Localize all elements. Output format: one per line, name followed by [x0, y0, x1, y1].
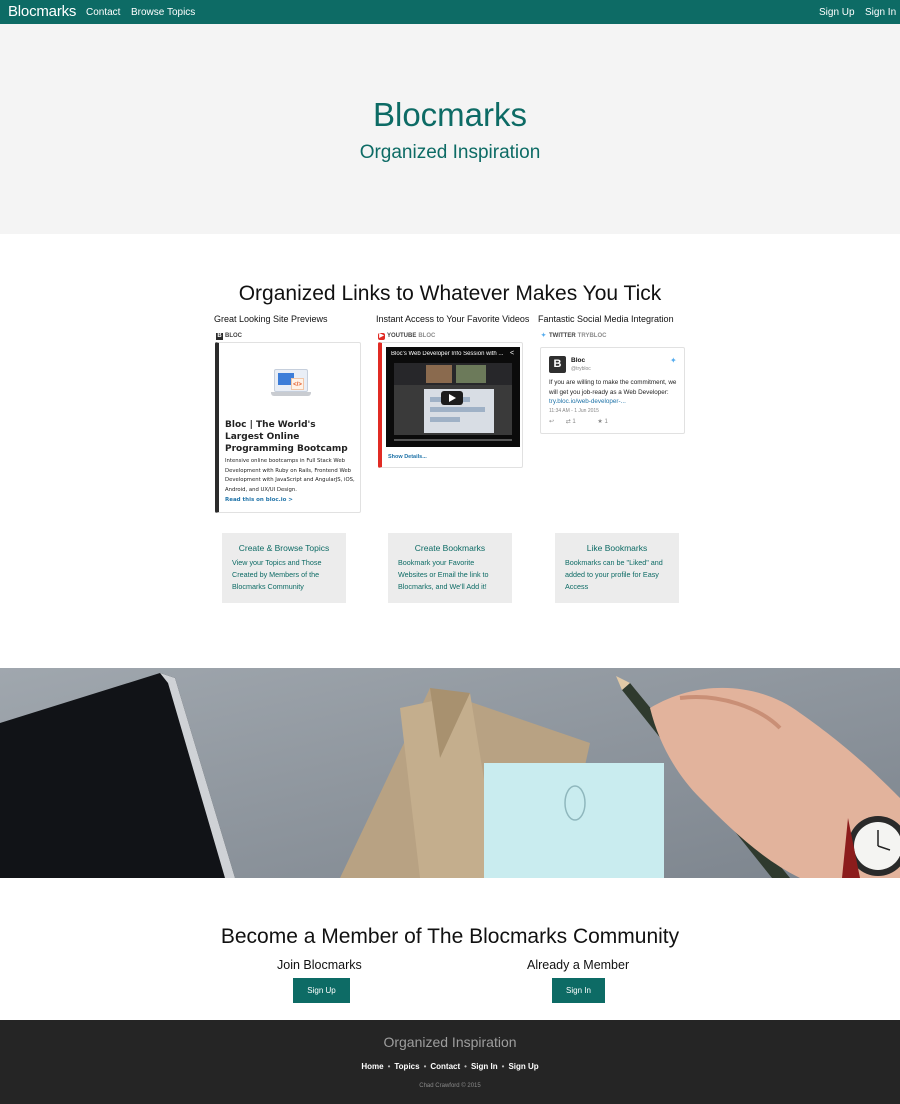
video-player[interactable]: Bloc's Web Developer Info Session with .…: [386, 347, 520, 447]
bloc-icon: B: [216, 332, 223, 340]
feature-title: Like Bookmarks: [586, 543, 648, 553]
laptop-illustration-icon: </>: [271, 369, 311, 397]
column-heading-previews: Great Looking Site Previews: [214, 314, 328, 324]
nav-browse-topics-link[interactable]: Browse Topics: [131, 7, 195, 18]
tweet-author-handle[interactable]: @trybloc: [571, 366, 591, 372]
tweet-actions: ↩ ⇄ 1 ★ 1: [549, 419, 628, 426]
provider-bloc: B BLOC: [216, 332, 242, 340]
video-card: Bloc's Web Developer Info Session with .…: [378, 342, 523, 468]
footer-nav: Home • Topics • Contact • Sign In • Sign Up: [0, 1062, 900, 1072]
footer-separator: •: [501, 1062, 505, 1071]
preview-read-link[interactable]: Read this on bloc.io >: [225, 497, 293, 504]
nav-contact-link[interactable]: Contact: [86, 7, 120, 18]
share-icon[interactable]: <: [510, 350, 514, 358]
column-heading-social: Fantastic Social Media Integration: [538, 314, 674, 324]
footer-link-sign-up[interactable]: Sign Up: [508, 1062, 538, 1071]
tweet-timestamp[interactable]: 11:34 AM - 1 Jun 2015: [549, 408, 599, 414]
tweet-text: If you are willing to make the commitmen…: [549, 378, 681, 407]
hero-subtitle: Organized Inspiration: [359, 142, 541, 163]
youtube-icon: ▶: [378, 332, 385, 340]
footer-separator: •: [423, 1062, 427, 1071]
footer-link-sign-in[interactable]: Sign In: [471, 1062, 498, 1071]
footer: Organized Inspiration Home • Topics • Contac…: [0, 1020, 900, 1104]
feature-box-bookmarks: Create Bookmarks Bookmark your Favorite …: [388, 533, 512, 603]
show-details-link[interactable]: Show Details...: [388, 454, 427, 461]
tweet-link[interactable]: try.bloc.io/web-developer-...: [549, 398, 626, 405]
provider-sub-label: TRYBLOC: [577, 333, 607, 339]
feature-title: Create & Browse Topics: [238, 543, 330, 553]
video-progress-bar[interactable]: [394, 439, 512, 441]
retweet-icon[interactable]: ⇄ 1: [566, 419, 586, 425]
nav-sign-in-link[interactable]: Sign In: [865, 7, 896, 18]
retweet-count: 1: [572, 419, 576, 425]
footer-separator: •: [464, 1062, 467, 1071]
features-title: Organized Links to Whatever Makes You Ti…: [238, 282, 662, 305]
footer-separator: •: [387, 1062, 391, 1071]
feature-text: View your Topics and Those Created by Me…: [232, 558, 322, 591]
footer-link-contact[interactable]: Contact: [430, 1062, 460, 1071]
hero-section: Blocmarks Organized Inspiration: [0, 24, 900, 234]
member-section-title: Become a Member of The Blocmarks Communi…: [220, 925, 680, 948]
tweet-card: B Bloc @trybloc ✦ If you are willing to …: [540, 347, 685, 434]
like-count: 1: [604, 419, 608, 425]
feature-box-topics: Create & Browse Topics View your Topics …: [222, 533, 346, 603]
avatar[interactable]: B: [549, 356, 566, 373]
provider-label: TWITTER: [549, 333, 576, 339]
provider-sub-label: BLOC: [418, 333, 436, 339]
join-label: Join Blocmarks: [277, 958, 362, 972]
top-navbar: Blocmarks Contact Browse Topics Sign Up …: [0, 0, 900, 24]
like-icon[interactable]: ★ 1: [597, 419, 617, 425]
twitter-icon: ✦: [540, 332, 547, 339]
footer-link-home[interactable]: Home: [361, 1062, 383, 1071]
feature-box-likes: Like Bookmarks Bookmarks can be "Liked" …: [555, 533, 679, 603]
preview-title: Bloc | The World's Largest Online Progra…: [225, 420, 348, 454]
footer-copyright: Chad Crawford © 2015: [419, 1083, 481, 1089]
footer-link-topics[interactable]: Topics: [394, 1062, 419, 1071]
preview-description: Intensive online bootcamps in Full Stack…: [225, 458, 355, 494]
sign-in-button[interactable]: Sign In: [552, 978, 605, 1003]
tweet-author-name[interactable]: Bloc: [571, 357, 585, 365]
feature-title: Create Bookmarks: [414, 543, 486, 553]
already-member-label: Already a Member: [527, 958, 630, 972]
sign-up-button[interactable]: Sign Up: [293, 978, 350, 1003]
feature-text: Bookmarks can be "Liked" and added to yo…: [565, 558, 663, 591]
desk-banner-image: [0, 668, 900, 878]
video-title: Bloc's Web Developer Info Session with .…: [391, 351, 503, 357]
provider-label: YOUTUBE: [387, 333, 417, 339]
brand-logo[interactable]: Blocmarks: [8, 4, 76, 20]
reply-icon[interactable]: ↩: [549, 419, 554, 425]
desk-illustration: [0, 668, 900, 878]
provider-twitter: ✦ TWITTER TRYBLOC: [540, 332, 606, 340]
hero-title: Blocmarks: [372, 96, 528, 133]
nav-sign-up-link[interactable]: Sign Up: [819, 7, 855, 18]
play-button-icon[interactable]: [441, 391, 463, 405]
footer-tagline: Organized Inspiration: [383, 1034, 517, 1050]
provider-label: BLOC: [225, 333, 242, 339]
column-heading-videos: Instant Access to Your Favorite Videos: [376, 314, 530, 324]
provider-youtube: ▶ YOUTUBE BLOC: [378, 332, 435, 340]
tweet-body: If you are willing to make the commitmen…: [549, 379, 677, 396]
feature-text: Bookmark your Favorite Websites or Email…: [398, 558, 489, 591]
site-preview-card[interactable]: </> Bloc | The World's Largest Online Pr…: [215, 342, 361, 513]
twitter-bird-icon[interactable]: ✦: [670, 357, 677, 365]
